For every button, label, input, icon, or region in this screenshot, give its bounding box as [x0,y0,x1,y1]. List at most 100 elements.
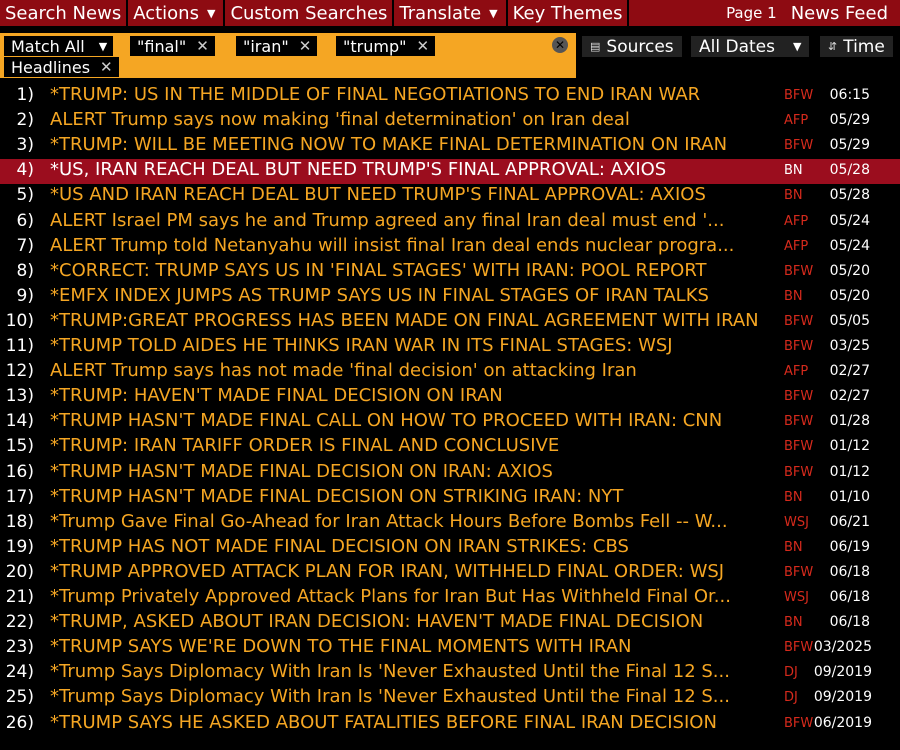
time-sort-button[interactable]: ⇵ Time [820,36,893,57]
menu-key-themes[interactable]: Key Themes [508,0,630,26]
row-number: 24) [5,662,34,683]
menu-translate[interactable]: Translate ▼ [394,0,508,26]
news-row[interactable]: 12) ALERT Trump says has not made 'final … [0,360,900,385]
row-headline[interactable]: *TRUMP HASN'T MADE FINAL DECISION ON IRA… [50,461,760,482]
news-row[interactable]: 14) *TRUMP HASN'T MADE FINAL CALL ON HOW … [0,410,900,435]
row-source: AFP [784,364,809,380]
sources-label: Sources [606,36,674,57]
news-row[interactable]: 23) *TRUMP SAYS WE'RE DOWN TO THE FINAL M… [0,636,900,661]
close-icon[interactable]: ✕ [100,58,113,76]
row-headline[interactable]: *TRUMP: WILL BE MEETING NOW TO MAKE FINA… [50,134,760,155]
filter-chip-headlines[interactable]: Headlines ✕ [4,57,119,77]
dropdown-arrow-icon: ▼ [206,6,216,20]
row-headline[interactable]: *US AND IRAN REACH DEAL BUT NEED TRUMP'S… [50,184,760,205]
news-row[interactable]: 7) ALERT Trump told Netanyahu will insist… [0,235,900,260]
menu-search-news[interactable]: Search News [0,0,129,26]
row-headline[interactable]: *TRUMP SAYS HE ASKED ABOUT FATALITIES BE… [50,712,760,733]
news-row[interactable]: 13) *TRUMP: HAVEN'T MADE FINAL DECISION O… [0,385,900,410]
row-date: 01/28 [829,413,870,430]
row-headline[interactable]: ALERT Trump says has not made 'final dec… [50,360,760,381]
row-source: BFW [784,715,814,731]
row-headline[interactable]: *TRUMP:GREAT PROGRESS HAS BEEN MADE ON F… [50,310,760,331]
row-date: 05/24 [829,237,870,254]
page-indicator: Page 1 [726,4,777,22]
row-number: 7) [16,235,34,256]
news-row[interactable]: 20) *TRUMP APPROVED ATTACK PLAN FOR IRAN,… [0,561,900,586]
news-row[interactable]: 5) *US AND IRAN REACH DEAL BUT NEED TRUMP… [0,184,900,209]
row-headline[interactable]: *Trump Says Diplomacy With Iran Is 'Neve… [50,661,760,682]
news-row[interactable]: 19) *TRUMP HAS NOT MADE FINAL DECISION ON… [0,536,900,561]
row-headline[interactable]: *Trump Says Diplomacy With Iran Is 'Neve… [50,686,760,707]
row-headline[interactable]: *EMFX INDEX JUMPS AS TRUMP SAYS US IN FI… [50,285,760,306]
filter-chip-label: "trump" [343,36,407,56]
menu-actions[interactable]: Actions ▼ [128,0,226,26]
news-row[interactable]: 10) *TRUMP:GREAT PROGRESS HAS BEEN MADE O… [0,310,900,335]
news-row[interactable]: 17) *TRUMP HASN'T MADE FINAL DECISION ON … [0,486,900,511]
search-filter-box[interactable]: Match All ▼ "final" ✕ "iran" ✕ "trump" ✕ Hea… [0,33,576,78]
news-row[interactable]: 21) *Trump Privately Approved Attack Plan… [0,586,900,611]
news-row[interactable]: 8) *CORRECT: TRUMP SAYS US IN 'FINAL STAG… [0,260,900,285]
filter-chip-iran[interactable]: "iran" ✕ [236,36,318,56]
row-number: 14) [5,411,34,432]
row-source: BFW [784,339,814,354]
row-number: 9) [16,285,34,306]
row-number: 1) [16,85,34,105]
news-row[interactable]: 15) *TRUMP: IRAN TARIFF ORDER IS FINAL AN… [0,435,900,460]
news-row[interactable]: 22) *TRUMP, ASKED ABOUT IRAN DECISION: HA… [0,611,900,636]
row-headline[interactable]: *TRUMP SAYS WE'RE DOWN TO THE FINAL MOME… [50,636,760,657]
close-icon[interactable]: ✕ [299,37,312,55]
row-source: BFW [784,138,814,154]
row-date: 05/29 [829,137,870,154]
news-row[interactable]: 18) *Trump Gave Final Go-Ahead for Iran A… [0,511,900,536]
row-headline[interactable]: *TRUMP TOLD AIDES HE THINKS IRAN WAR IN … [50,335,760,356]
news-row[interactable]: 6) ALERT Israel PM says he and Trump agre… [0,210,900,235]
row-headline[interactable]: *TRUMP HAS NOT MADE FINAL DECISION ON IR… [50,536,760,557]
filter-chip-trump[interactable]: "trump" ✕ [336,36,436,56]
news-feed-button[interactable]: News Feed [791,3,888,24]
row-number: 20) [5,561,34,582]
row-headline[interactable]: *Trump Privately Approved Attack Plans f… [50,586,760,607]
news-row[interactable]: 1) *TRUMP: US IN THE MIDDLE OF FINAL NEGO… [0,84,900,109]
news-row[interactable]: 2) ALERT Trump says now making 'final det… [0,109,900,134]
row-date: 02/27 [829,363,870,380]
news-row[interactable]: 3) *TRUMP: WILL BE MEETING NOW TO MAKE FI… [0,134,900,159]
row-headline[interactable]: *TRUMP, ASKED ABOUT IRAN DECISION: HAVEN… [50,611,760,632]
row-headline[interactable]: *TRUMP: HAVEN'T MADE FINAL DECISION ON I… [50,385,760,406]
sources-button[interactable]: ▤ Sources [582,36,682,57]
row-headline[interactable]: *TRUMP: IRAN TARIFF ORDER IS FINAL AND C… [50,435,760,456]
news-row[interactable]: 16) *TRUMP HASN'T MADE FINAL DECISION ON … [0,461,900,486]
row-headline[interactable]: *TRUMP HASN'T MADE FINAL DECISION ON STR… [50,486,760,507]
close-icon[interactable]: ✕ [196,37,209,55]
news-row[interactable]: 26) *TRUMP SAYS HE ASKED ABOUT FATALITIES… [0,712,900,737]
clear-filters-icon[interactable]: ✕ [552,37,568,53]
row-number: 19) [5,536,34,557]
menu-custom-searches[interactable]: Custom Searches [225,0,395,26]
row-headline[interactable]: ALERT Israel PM says he and Trump agreed… [50,210,760,231]
row-number: 21) [5,587,34,607]
row-source: BFW [784,464,814,480]
row-headline[interactable]: *Trump Gave Final Go-Ahead for Iran Atta… [50,511,760,532]
close-icon[interactable]: ✕ [416,37,429,55]
row-headline[interactable]: *CORRECT: TRUMP SAYS US IN 'FINAL STAGES… [50,260,760,281]
news-row[interactable]: 11) *TRUMP TOLD AIDES HE THINKS IRAN WAR … [0,335,900,360]
news-row[interactable]: 24) *Trump Says Diplomacy With Iran Is 'N… [0,661,900,686]
news-row[interactable]: 25) *Trump Says Diplomacy With Iran Is 'N… [0,686,900,711]
filter-chip-label: "final" [137,36,187,56]
news-row[interactable]: 4) *US, IRAN REACH DEAL BUT NEED TRUMP'S … [0,159,900,185]
row-headline[interactable]: ALERT Trump told Netanyahu will insist f… [50,235,760,256]
row-headline[interactable]: *TRUMP APPROVED ATTACK PLAN FOR IRAN, WI… [50,561,760,582]
row-date: 01/10 [829,488,870,505]
row-headline[interactable]: *TRUMP HASN'T MADE FINAL CALL ON HOW TO … [50,410,760,431]
filter-chip-final[interactable]: "final" ✕ [130,36,215,56]
row-date: 05/20 [829,262,870,279]
match-mode-select[interactable]: Match All ▼ [4,36,114,56]
row-headline[interactable]: *US, IRAN REACH DEAL BUT NEED TRUMP'S FI… [50,159,760,180]
row-date: 06/18 [829,614,870,631]
sort-icon: ⇵ [828,40,838,53]
dates-dropdown[interactable]: All Dates ▼ [691,36,810,57]
row-headline[interactable]: ALERT Trump says now making 'final deter… [50,109,760,130]
row-headline[interactable]: *TRUMP: US IN THE MIDDLE OF FINAL NEGOTI… [50,84,760,105]
row-source: BFW [784,313,814,329]
row-source: BFW [784,564,814,580]
news-row[interactable]: 9) *EMFX INDEX JUMPS AS TRUMP SAYS US IN … [0,285,900,310]
